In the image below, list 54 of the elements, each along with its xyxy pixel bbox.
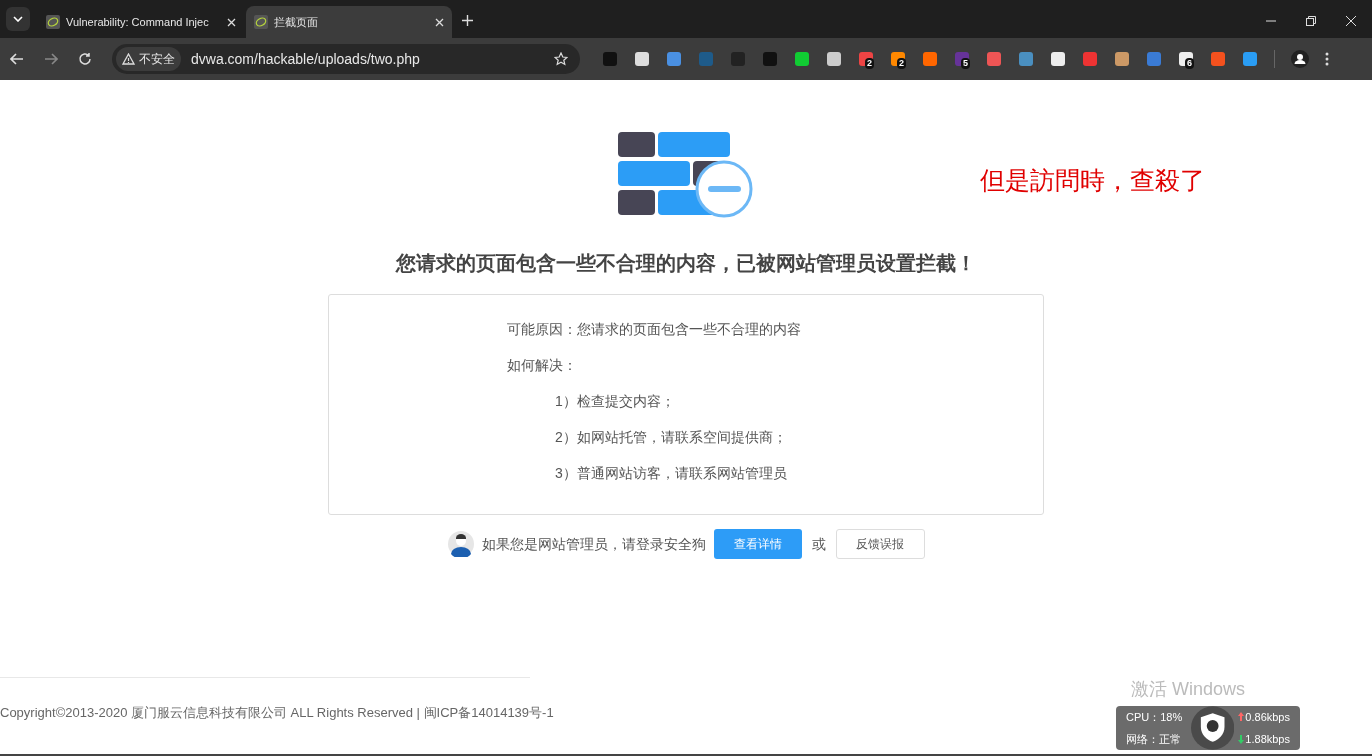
upload-speed: 0.86kbps [1245, 709, 1290, 725]
tab-list-button[interactable] [6, 7, 30, 31]
copyright-text: Copyright©2013-2020 厦门服云信息科技有限公司 ALL Rights Reserved | 闽ICP备14014139号-1 [0, 705, 554, 720]
extension-badge: 2 [897, 58, 906, 69]
feedback-button[interactable]: 反馈误报 [835, 529, 925, 559]
warning-icon [122, 53, 135, 65]
activation-watermark: 激活 Windows [1131, 678, 1246, 701]
tab-title: Vulnerability: Command Injec [66, 14, 210, 30]
extension-badge: 6 [1185, 58, 1194, 69]
shield-logo-icon [1191, 706, 1235, 750]
extension-badge: 5 [961, 58, 970, 69]
menu-icon[interactable] [1325, 52, 1329, 66]
extension-badge: 2 [865, 58, 874, 69]
extension-icon[interactable] [954, 51, 970, 67]
close-icon[interactable] [435, 17, 444, 27]
browser-tab[interactable]: 拦截页面 [246, 6, 452, 38]
forward-arrow-icon[interactable] [44, 53, 58, 65]
extension-icon[interactable] [890, 51, 906, 67]
browser-tab[interactable]: Vulnerability: Command Injec [38, 6, 244, 38]
reason-text: 可能原因：您请求的页面包含一些不合理的内容 [507, 320, 802, 339]
url-text: dvwa.com/hackable/uploads/two.php [191, 49, 421, 69]
avatar-icon [447, 531, 474, 557]
back-arrow-icon[interactable] [10, 53, 24, 65]
star-icon[interactable] [554, 52, 568, 66]
extension-icon[interactable] [858, 51, 874, 67]
extension-icon[interactable] [634, 51, 650, 67]
extension-icon[interactable] [1178, 51, 1194, 67]
admin-prompt: 如果您是网站管理员，请登录安全狗 [481, 534, 706, 554]
security-chip[interactable]: 不安全 [116, 47, 181, 71]
solution-item: 3）普通网站访客，请联系网站管理员 [554, 464, 788, 483]
chevron-down-icon [13, 16, 23, 22]
download-speed: 1.88kbps [1245, 732, 1290, 747]
security-label: 不安全 [139, 51, 175, 68]
address-bar[interactable]: 不安全 dvwa.com/hackable/uploads/two.php [112, 44, 580, 74]
cpu-reading: CPU：18% [1126, 709, 1184, 725]
extension-icon[interactable] [826, 51, 842, 67]
tab-title: 拦截页面 [274, 14, 319, 30]
solution-item: 2）如网站托管，请联系空间提供商； [554, 428, 788, 447]
solution-label: 如何解决： [507, 356, 578, 375]
restore-icon[interactable] [1306, 16, 1316, 26]
reload-icon[interactable] [78, 52, 92, 66]
profile-icon[interactable] [1291, 50, 1309, 68]
close-icon[interactable] [1346, 16, 1356, 26]
close-icon[interactable] [227, 17, 236, 27]
download-arrow-icon [1238, 734, 1245, 744]
new-tab-icon[interactable] [462, 15, 473, 26]
or-text: 或 [811, 534, 826, 554]
upload-arrow-icon [1238, 712, 1245, 722]
page-heading: 您请求的页面包含一些不合理的内容，已被网站管理员设置拦截！ [396, 251, 976, 276]
firewall-block-icon [618, 132, 754, 220]
network-status: 网络：正常 [1126, 732, 1182, 747]
annotation-text: 但是訪問時，查殺了 [980, 165, 1205, 197]
solution-item: 1）检查提交内容； [554, 392, 676, 411]
extension-icon[interactable] [1050, 51, 1066, 67]
